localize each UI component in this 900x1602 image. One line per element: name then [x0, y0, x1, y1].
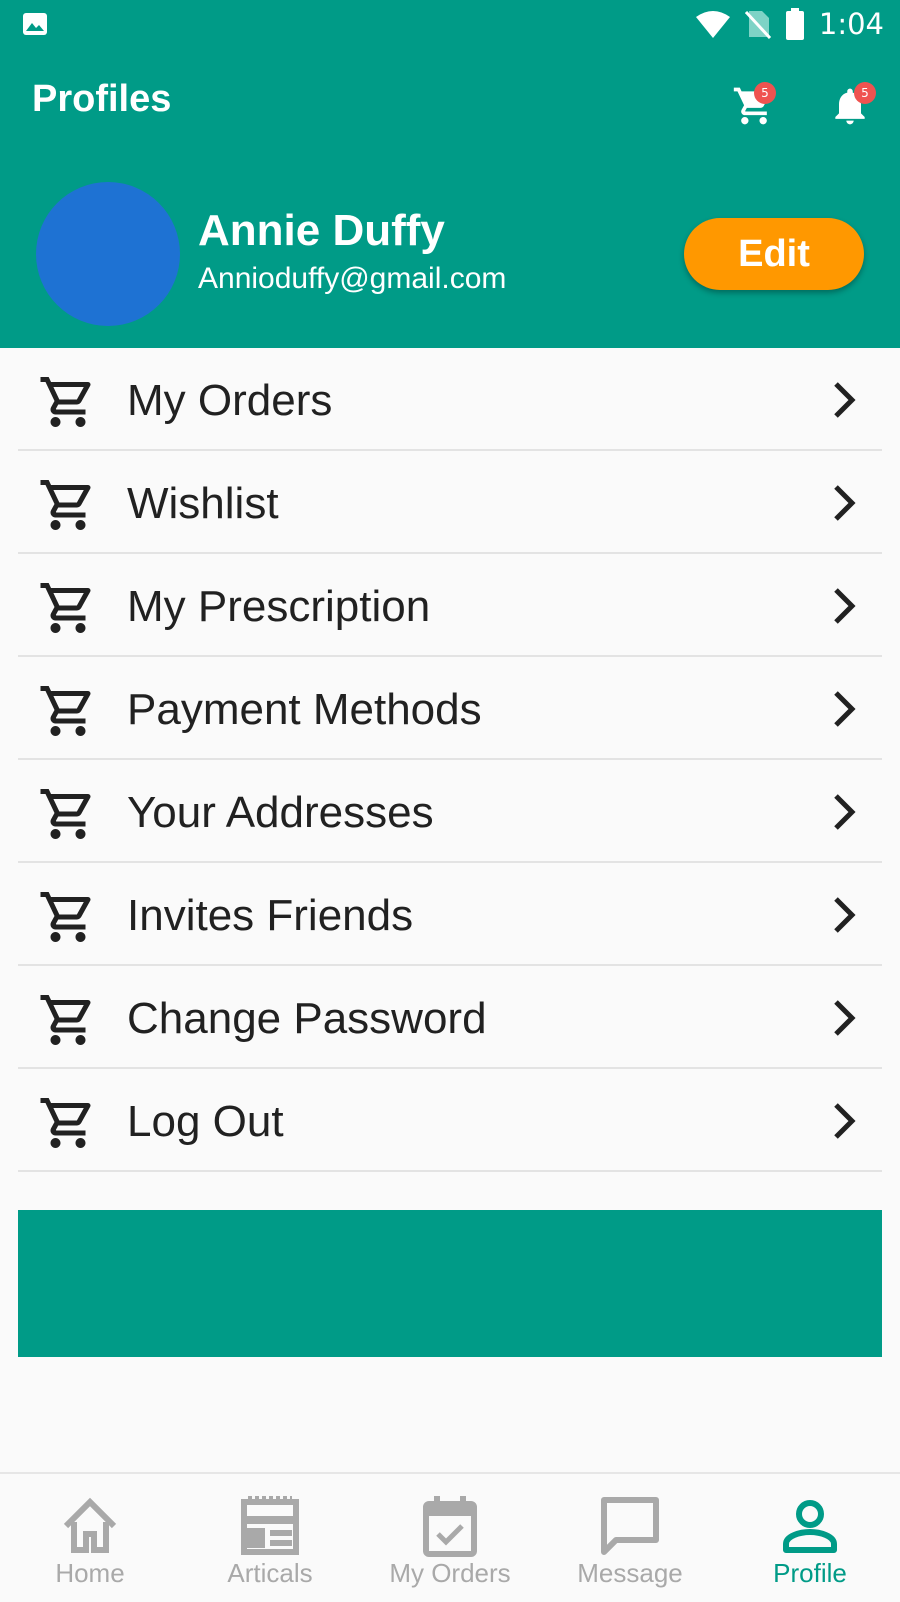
chevron-right-icon: [834, 794, 856, 830]
nav-label: Home: [55, 1558, 125, 1588]
menu-item-label: Change Password: [127, 994, 487, 1043]
chevron-right-icon: [834, 588, 856, 624]
no-sim-icon: [744, 10, 771, 39]
nav-label: Profile: [773, 1558, 847, 1588]
notifications-button[interactable]: 5: [828, 78, 884, 134]
cart-icon: [40, 789, 91, 839]
nav-item-my-orders[interactable]: My Orders: [360, 1474, 540, 1602]
menu-item-label: Payment Methods: [127, 685, 482, 734]
nav-item-home[interactable]: Home: [0, 1474, 180, 1602]
cart-button[interactable]: 5: [732, 78, 788, 134]
user-name: Annie Duffy: [198, 206, 445, 255]
cart-icon: [40, 892, 91, 942]
menu-item-invites-friends[interactable]: Invites Friends: [18, 863, 882, 966]
menu-item-label: My Prescription: [127, 582, 431, 631]
menu-item-my-prescription[interactable]: My Prescription: [18, 554, 882, 657]
menu-item-your-addresses[interactable]: Your Addresses: [18, 760, 882, 863]
chevron-right-icon: [834, 691, 856, 727]
menu-item-my-orders[interactable]: My Orders: [18, 348, 882, 451]
nav-label: Message: [577, 1558, 683, 1588]
avatar[interactable]: [36, 182, 180, 326]
chevron-right-icon: [834, 1103, 856, 1139]
notification-badge: 5: [854, 82, 876, 104]
menu-item-label: Invites Friends: [127, 891, 414, 940]
chevron-right-icon: [834, 485, 856, 521]
nav-item-profile[interactable]: Profile: [720, 1474, 900, 1602]
chevron-right-icon: [834, 897, 856, 933]
menu-item-label: My Orders: [127, 376, 333, 425]
menu-item-label: Wishlist: [127, 479, 279, 528]
chevron-right-icon: [834, 382, 856, 418]
menu-item-payment-methods[interactable]: Payment Methods: [18, 657, 882, 760]
profile-header: Profiles 5 5 Annie Duffy Annioduffy@gmai…: [0, 48, 900, 348]
cart-icon: [40, 583, 91, 633]
menu-item-change-password[interactable]: Change Password: [18, 966, 882, 1069]
cart-badge: 5: [754, 82, 776, 104]
nav-label: Articals: [227, 1558, 313, 1588]
cart-icon: [40, 377, 91, 427]
user-email: Annioduffy@gmail.com: [198, 262, 507, 295]
cart-icon: [40, 1098, 91, 1148]
menu-item-label: Log Out: [127, 1097, 284, 1146]
edit-profile-button[interactable]: Edit: [684, 218, 864, 290]
cart-icon: [40, 995, 91, 1045]
menu-item-log-out[interactable]: Log Out: [18, 1069, 882, 1172]
profile-menu: My Orders Wishlist My Prescription Payme…: [18, 348, 882, 1172]
nav-item-message[interactable]: Message: [540, 1474, 720, 1602]
message-icon: [601, 1497, 659, 1555]
wifi-icon: [695, 11, 730, 38]
calendar-check-icon: [423, 1496, 477, 1557]
menu-item-wishlist[interactable]: Wishlist: [18, 451, 882, 554]
nav-item-articals[interactable]: Articals: [180, 1474, 360, 1602]
cart-icon: [40, 480, 91, 530]
cart-icon: [40, 686, 91, 736]
chevron-right-icon: [834, 1000, 856, 1036]
promo-banner[interactable]: [18, 1210, 882, 1357]
menu-item-label: Your Addresses: [127, 788, 434, 837]
articles-icon: [241, 1496, 299, 1555]
page-title: Profiles: [32, 78, 172, 120]
home-icon: [63, 1497, 117, 1553]
status-bar: 1:04: [0, 0, 900, 48]
bottom-nav: Home Articals My Orders Message Profile: [0, 1472, 900, 1602]
battery-icon: [785, 8, 804, 40]
person-icon: [783, 1500, 837, 1553]
image-icon: [23, 13, 47, 35]
status-time: 1:04: [818, 7, 884, 41]
nav-label: My Orders: [389, 1558, 511, 1588]
